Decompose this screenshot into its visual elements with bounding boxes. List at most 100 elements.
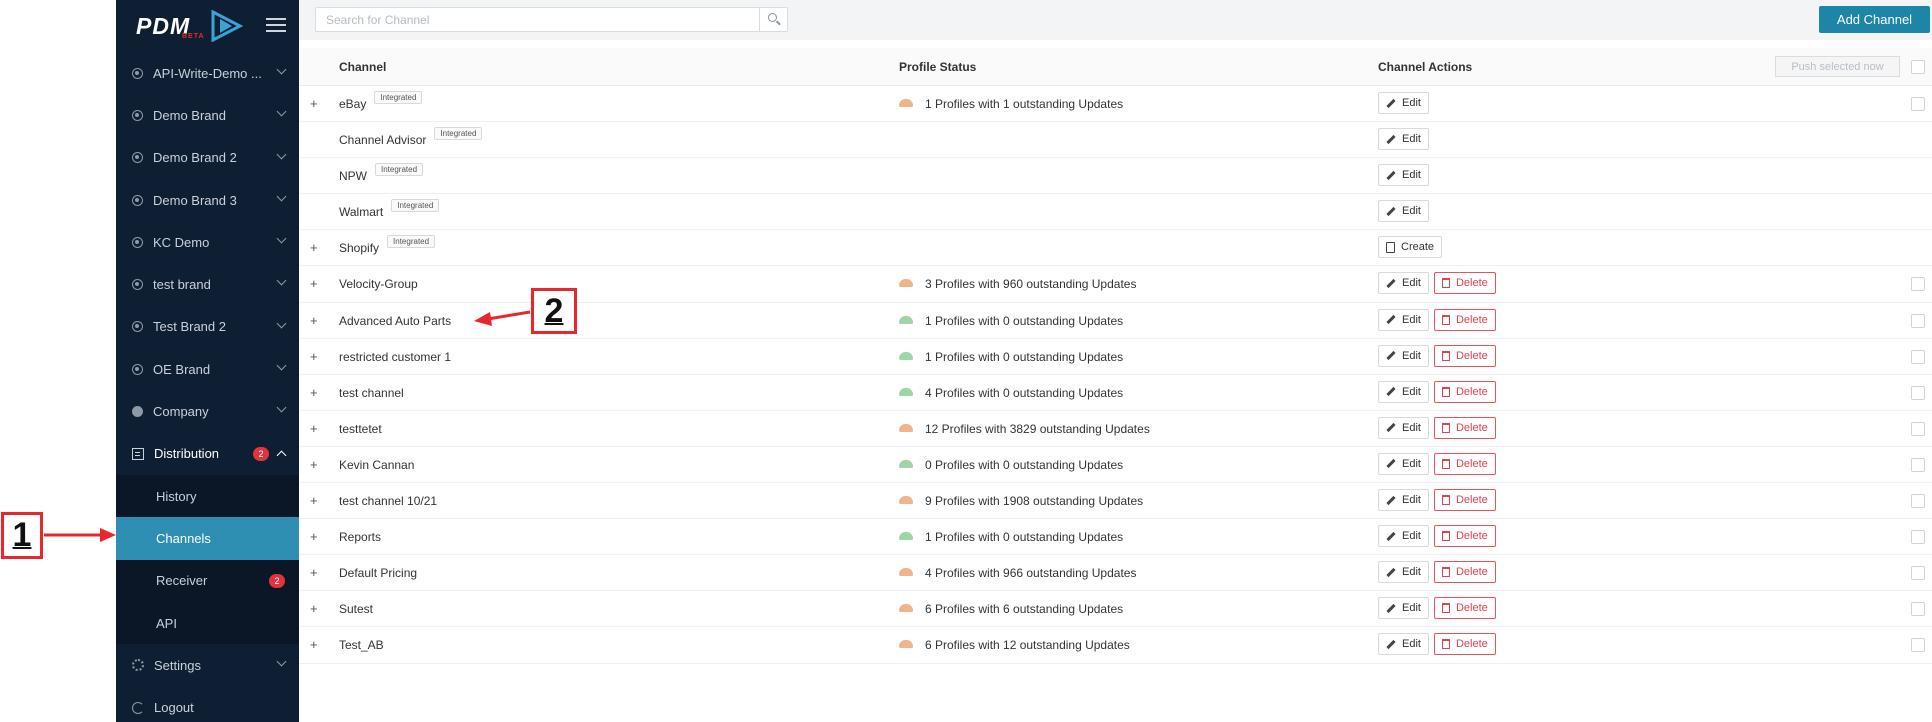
row-checkbox[interactable] bbox=[1911, 530, 1925, 545]
expand-row-icon[interactable]: + bbox=[310, 240, 318, 255]
cloud-icon bbox=[899, 532, 913, 541]
delete-button[interactable]: Delete bbox=[1433, 597, 1496, 620]
chevron-down-icon bbox=[276, 318, 287, 329]
sidebar-item-settings[interactable]: Settings bbox=[116, 644, 299, 686]
row-checkbox[interactable] bbox=[1911, 457, 1925, 472]
edit-label: Edit bbox=[1402, 385, 1421, 398]
edit-button[interactable]: Edit bbox=[1378, 308, 1429, 331]
profile-status-text: 1 Profiles with 0 outstanding Updates bbox=[925, 530, 1124, 545]
delete-button[interactable]: Delete bbox=[1433, 452, 1496, 475]
delete-button[interactable]: Delete bbox=[1433, 344, 1496, 367]
edit-button[interactable]: Edit bbox=[1378, 597, 1429, 620]
channel-name-text: test channel 10/21 bbox=[339, 494, 438, 509]
sidebar-item-oe-brand[interactable]: OE Brand bbox=[116, 348, 299, 390]
column-header-profile-status: Profile Status bbox=[899, 60, 977, 74]
row-checkbox[interactable] bbox=[1911, 97, 1925, 111]
channel-name-text: test channel bbox=[339, 385, 404, 400]
sidebar-item-test-brand[interactable]: test brand bbox=[116, 263, 299, 305]
create-label: Create bbox=[1401, 241, 1435, 254]
delete-label: Delete bbox=[1455, 638, 1488, 651]
sidebar-item-company[interactable]: Company bbox=[116, 390, 299, 432]
profile-status-text: 6 Profiles with 12 outstanding Updates bbox=[925, 638, 1130, 653]
expand-row-icon[interactable]: + bbox=[310, 529, 318, 544]
edit-button[interactable]: Edit bbox=[1378, 416, 1429, 439]
edit-button[interactable]: Edit bbox=[1378, 525, 1429, 548]
delete-button[interactable]: Delete bbox=[1433, 380, 1496, 403]
expand-row-icon[interactable]: + bbox=[310, 457, 318, 472]
search-button[interactable] bbox=[759, 8, 787, 31]
search-input[interactable] bbox=[316, 8, 756, 31]
expand-row-icon[interactable]: + bbox=[310, 96, 318, 111]
sidebar-item-test-brand-2[interactable]: Test Brand 2 bbox=[116, 306, 299, 348]
expand-row-icon[interactable]: + bbox=[310, 565, 318, 580]
menu-toggle-icon[interactable] bbox=[266, 18, 286, 35]
sidebar-item-distribution[interactable]: Distribution 2 bbox=[116, 433, 299, 475]
row-checkbox[interactable] bbox=[1911, 566, 1925, 581]
sidebar-subitem-channels[interactable]: Channels bbox=[116, 517, 299, 560]
sidebar-item-api-write-demo[interactable]: API-Write-Demo ... bbox=[116, 52, 299, 94]
edit-button[interactable]: Edit bbox=[1378, 200, 1429, 223]
edit-button[interactable]: Edit bbox=[1378, 489, 1429, 512]
edit-button[interactable]: Edit bbox=[1378, 128, 1429, 151]
expand-row-icon[interactable]: + bbox=[310, 601, 318, 616]
push-selected-button[interactable]: Push selected now bbox=[1775, 56, 1900, 77]
edit-button[interactable]: Edit bbox=[1378, 380, 1429, 403]
expand-row-icon[interactable]: + bbox=[310, 385, 318, 400]
sidebar-subitem-receiver[interactable]: Receiver 2 bbox=[116, 559, 299, 602]
create-button[interactable]: Create bbox=[1378, 236, 1443, 259]
row-checkbox[interactable] bbox=[1911, 385, 1925, 400]
delete-button[interactable]: Delete bbox=[1433, 416, 1496, 439]
delete-button[interactable]: Delete bbox=[1433, 633, 1496, 656]
delete-button[interactable]: Delete bbox=[1433, 272, 1496, 295]
sidebar-item-demo-brand[interactable]: Demo Brand bbox=[116, 94, 299, 136]
sidebar-subitem-api[interactable]: API bbox=[116, 601, 299, 645]
channel-name-text: Shopify bbox=[339, 241, 380, 256]
expand-row-icon[interactable]: + bbox=[310, 421, 318, 436]
row-checkbox[interactable] bbox=[1911, 313, 1925, 328]
edit-button[interactable]: Edit bbox=[1378, 452, 1429, 475]
edit-button[interactable]: Edit bbox=[1378, 633, 1429, 656]
select-all-checkbox[interactable] bbox=[1911, 60, 1925, 74]
expand-row-icon[interactable]: + bbox=[310, 637, 318, 652]
row-checkbox[interactable] bbox=[1911, 421, 1925, 436]
edit-button[interactable]: Edit bbox=[1378, 164, 1429, 187]
brand-icon bbox=[132, 236, 143, 248]
delete-label: Delete bbox=[1455, 421, 1488, 434]
edit-button[interactable]: Edit bbox=[1378, 561, 1429, 584]
expand-row-icon[interactable]: + bbox=[310, 349, 318, 364]
sidebar-item-demo-brand-3[interactable]: Demo Brand 3 bbox=[116, 179, 299, 221]
delete-label: Delete bbox=[1455, 566, 1488, 579]
cloud-icon bbox=[899, 423, 913, 432]
delete-button[interactable]: Delete bbox=[1433, 561, 1496, 584]
table-row: + test channel 4 Profiles with 0 outstandi… bbox=[299, 375, 1932, 411]
channel-actions: Edit Delete bbox=[1378, 525, 1496, 548]
channel-name: Test_AB bbox=[339, 638, 384, 652]
expand-row-icon[interactable]: + bbox=[310, 276, 318, 291]
expand-row-icon[interactable]: + bbox=[310, 313, 318, 328]
edit-button[interactable]: Edit bbox=[1378, 92, 1429, 114]
sidebar-subitem-history[interactable]: History bbox=[116, 474, 299, 518]
delete-button[interactable]: Delete bbox=[1433, 489, 1496, 512]
delete-button[interactable]: Delete bbox=[1433, 308, 1496, 331]
table-row: + eBay Integrated 1 Profiles with 1 outstan… bbox=[299, 86, 1932, 123]
channel-name-text: Walmart bbox=[339, 205, 384, 220]
row-checkbox[interactable] bbox=[1911, 277, 1925, 292]
logo-badge: BETA bbox=[182, 33, 205, 40]
trash-icon bbox=[1441, 386, 1450, 397]
nav-list: API-Write-Demo ... Demo Brand Demo Brand 2… bbox=[116, 52, 299, 433]
add-channel-button[interactable]: Add Channel bbox=[1819, 6, 1930, 33]
row-checkbox[interactable] bbox=[1911, 494, 1925, 509]
delete-button[interactable]: Delete bbox=[1433, 525, 1496, 548]
sidebar-item-kc-demo[interactable]: KC Demo bbox=[116, 221, 299, 263]
edit-label: Edit bbox=[1402, 494, 1421, 507]
edit-button[interactable]: Edit bbox=[1378, 272, 1429, 295]
sidebar-item-logout[interactable]: Logout bbox=[116, 686, 299, 722]
row-checkbox[interactable] bbox=[1911, 602, 1925, 617]
sidebar-item-demo-brand-2[interactable]: Demo Brand 2 bbox=[116, 137, 299, 179]
edit-label: Edit bbox=[1402, 457, 1421, 470]
edit-button[interactable]: Edit bbox=[1378, 344, 1429, 367]
row-checkbox[interactable] bbox=[1911, 349, 1925, 364]
table-row: + restricted customer 1 1 Profiles with 0 … bbox=[299, 339, 1932, 375]
row-checkbox[interactable] bbox=[1911, 638, 1925, 653]
expand-row-icon[interactable]: + bbox=[310, 493, 318, 508]
